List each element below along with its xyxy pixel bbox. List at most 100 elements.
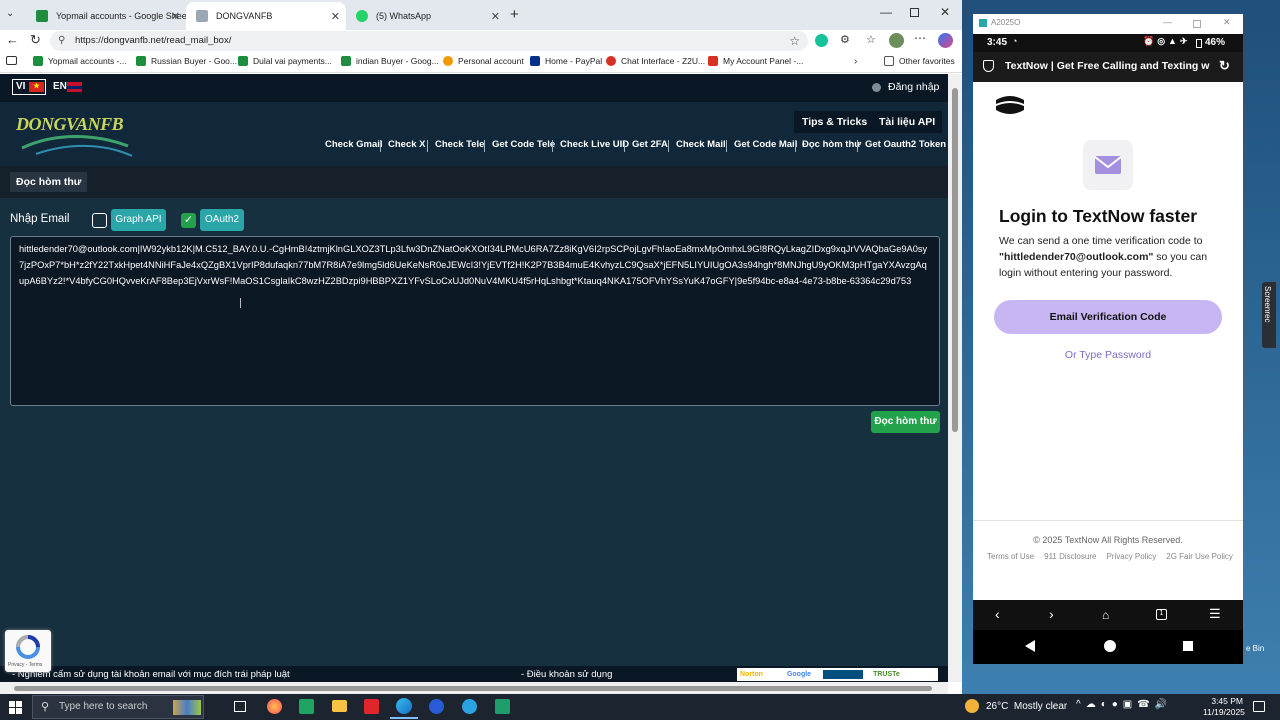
file-explorer-icon[interactable] [332,700,347,712]
type-password-link[interactable]: Or Type Password [973,349,1243,361]
nav-check-mail[interactable]: Check Mail [676,139,726,150]
nav-get-2fa[interactable]: Get 2FA [632,139,668,150]
windows-start-icon[interactable] [9,701,22,714]
phone-maximize-icon[interactable] [1193,20,1201,28]
scrollbar-thumb[interactable] [952,88,958,432]
taskbar-search[interactable]: ⚲ Type here to search [32,695,204,719]
app-blue-icon[interactable] [429,699,444,714]
login-button[interactable]: Đăng nhập [872,81,939,93]
favorite-star-icon[interactable]: ☆ [789,31,800,51]
graph-api-label[interactable]: Graph API [111,209,166,231]
refresh-icon[interactable]: ↻ [1219,58,1230,74]
extensions-icon[interactable]: ⚙ [840,33,850,46]
nav-get-oauth2-token[interactable]: Get Oauth2 Token [865,139,946,150]
lang-en-button[interactable]: EN [53,81,82,92]
site-logo[interactable]: DONGVANFB [16,110,134,160]
bookmark-item[interactable]: indian Buyer - Goog... [341,56,439,66]
terms-link[interactable]: - Điều khoản sử dụng [521,669,612,680]
terms-of-use-link[interactable]: Terms of Use [987,552,1034,561]
horizontal-scrollbar[interactable] [0,682,948,694]
close-window-icon[interactable]: ✕ [940,5,950,19]
mail-input[interactable]: hittledender70@outlook.com|IW92ykb12K|M.… [10,236,940,406]
nav-get-code-tele[interactable]: Get Code Tele [492,139,555,150]
oauth2-label[interactable]: OAuth2 [200,209,244,231]
weather-text[interactable]: 26°C Mostly clear [986,701,1067,712]
nav-check-gmail[interactable]: Check Gmail [325,139,383,150]
tab-yopmail[interactable]: Yopmail accounts - Google Sheets ✕ [26,2,186,30]
address-bar[interactable]: ⚲ https://dongvanfb.net/read_mail_box/ ☆ [50,31,808,51]
bookmark-item[interactable]: Personal account [443,56,524,66]
oauth2-checkbox[interactable]: ✓ [181,213,196,228]
recaptcha-terms[interactable]: Privacy - Terms [8,662,42,668]
new-tab-icon[interactable]: + [510,6,519,23]
tab-whatsapp[interactable]: (5) WhatsApp ✕ [346,2,506,30]
close-tab-icon[interactable]: ✕ [331,10,340,23]
favorites-icon[interactable]: ☆ [866,33,876,46]
truste-badge: TRUSTe [873,671,900,678]
chevron-right-icon[interactable]: › [854,56,857,67]
h-scrollbar-thumb[interactable] [14,686,932,691]
task-view-icon[interactable] [234,701,246,712]
fair-use-link[interactable]: 2G Fair Use Policy [1166,552,1233,561]
privacy-policy-link[interactable]: Privacy Policy [1106,552,1156,561]
email-verification-button[interactable]: Email Verification Code [994,300,1222,334]
other-favorites[interactable]: Other favorites [884,56,955,66]
nav-read-mailbox[interactable]: Đọc hòm thư [802,139,861,150]
more-menu-icon[interactable]: ⋯ [914,31,926,45]
phone-forward-icon[interactable]: › [1049,606,1054,622]
api-docs-button[interactable]: Tài liệu API [872,111,943,133]
reload-icon[interactable]: ↻ [30,32,41,48]
copilot-icon[interactable] [938,33,953,48]
edge-icon[interactable] [396,698,412,714]
phone-close-icon[interactable]: ✕ [1223,17,1231,28]
read-mailbox-button[interactable]: Đọc hòm thư [871,411,940,433]
bookmark-item[interactable]: Yopmail accounts -... [33,56,127,66]
app-green-icon[interactable] [495,699,510,714]
app-red-icon[interactable] [364,699,379,714]
screenrec-tab[interactable]: Screenrec [1262,282,1276,348]
nav-check-live-uid[interactable]: Check Live UID [560,139,629,150]
firefox-icon[interactable] [267,699,282,714]
norton-badge: Norton [740,671,763,678]
tab-dongvanfb[interactable]: DONGVANFB ✕ [186,2,346,30]
graph-api-checkbox[interactable] [92,213,107,228]
vertical-scrollbar[interactable] [948,74,962,682]
profile-avatar[interactable] [889,33,904,48]
nav-check-x[interactable]: Check X [388,139,426,150]
android-recents-icon[interactable] [1183,641,1193,651]
phone-menu-icon[interactable]: ☰ [1209,606,1221,622]
telegram-icon[interactable] [462,699,477,714]
nav-check-tele[interactable]: Check Tele [435,139,484,150]
site-info-icon[interactable]: ⚲ [58,31,65,51]
tray-icons[interactable]: ^☁◐●▣☎🔊 [1076,699,1172,710]
phone-minimize-icon[interactable]: — [1163,17,1172,27]
close-tab-icon[interactable]: ✕ [171,10,180,23]
bookmark-item[interactable]: Dulal vai payments... [238,56,332,66]
bookmark-item[interactable]: Home - PayPal [530,56,602,66]
extension-grammarly-icon[interactable] [815,34,828,47]
lang-vi-button[interactable]: VI ★ [12,79,46,95]
bookmark-item[interactable]: My Account Panel -... [708,56,803,66]
clock[interactable]: 3:45 PM 11/19/2025 [1203,696,1245,718]
tab-list-icon[interactable]: ⌄ [6,8,20,22]
nav-separator [726,140,727,152]
store-icon[interactable] [299,699,314,714]
phone-home-icon[interactable]: ⌂ [1102,608,1109,622]
bookmark-item[interactable]: Russian Buyer - Goo... [136,56,237,66]
phone-tabs-icon[interactable]: 1 [1156,609,1167,620]
911-disclosure-link[interactable]: 911 Disclosure [1044,552,1096,561]
maximize-icon[interactable] [910,8,919,17]
android-home-icon[interactable] [1104,640,1116,652]
recycle-bin-label[interactable]: e Bin [1246,644,1264,653]
back-icon[interactable]: ← [6,32,19,47]
nav-get-code-mail[interactable]: Get Code Mail [734,139,797,150]
reading-list-icon[interactable] [6,56,17,65]
phone-back-icon[interactable]: ‹ [995,606,1000,622]
close-tab-icon[interactable]: ✕ [491,10,500,23]
recaptcha-widget[interactable]: Privacy - Terms [5,630,51,672]
bookmark-item[interactable]: Chat Interface - Z2U... [606,56,705,66]
notification-icon[interactable] [1253,701,1265,712]
android-back-icon[interactable] [1025,640,1035,652]
minimize-icon[interactable]: — [880,5,892,19]
tips-button[interactable]: Tips & Tricks [794,111,876,133]
